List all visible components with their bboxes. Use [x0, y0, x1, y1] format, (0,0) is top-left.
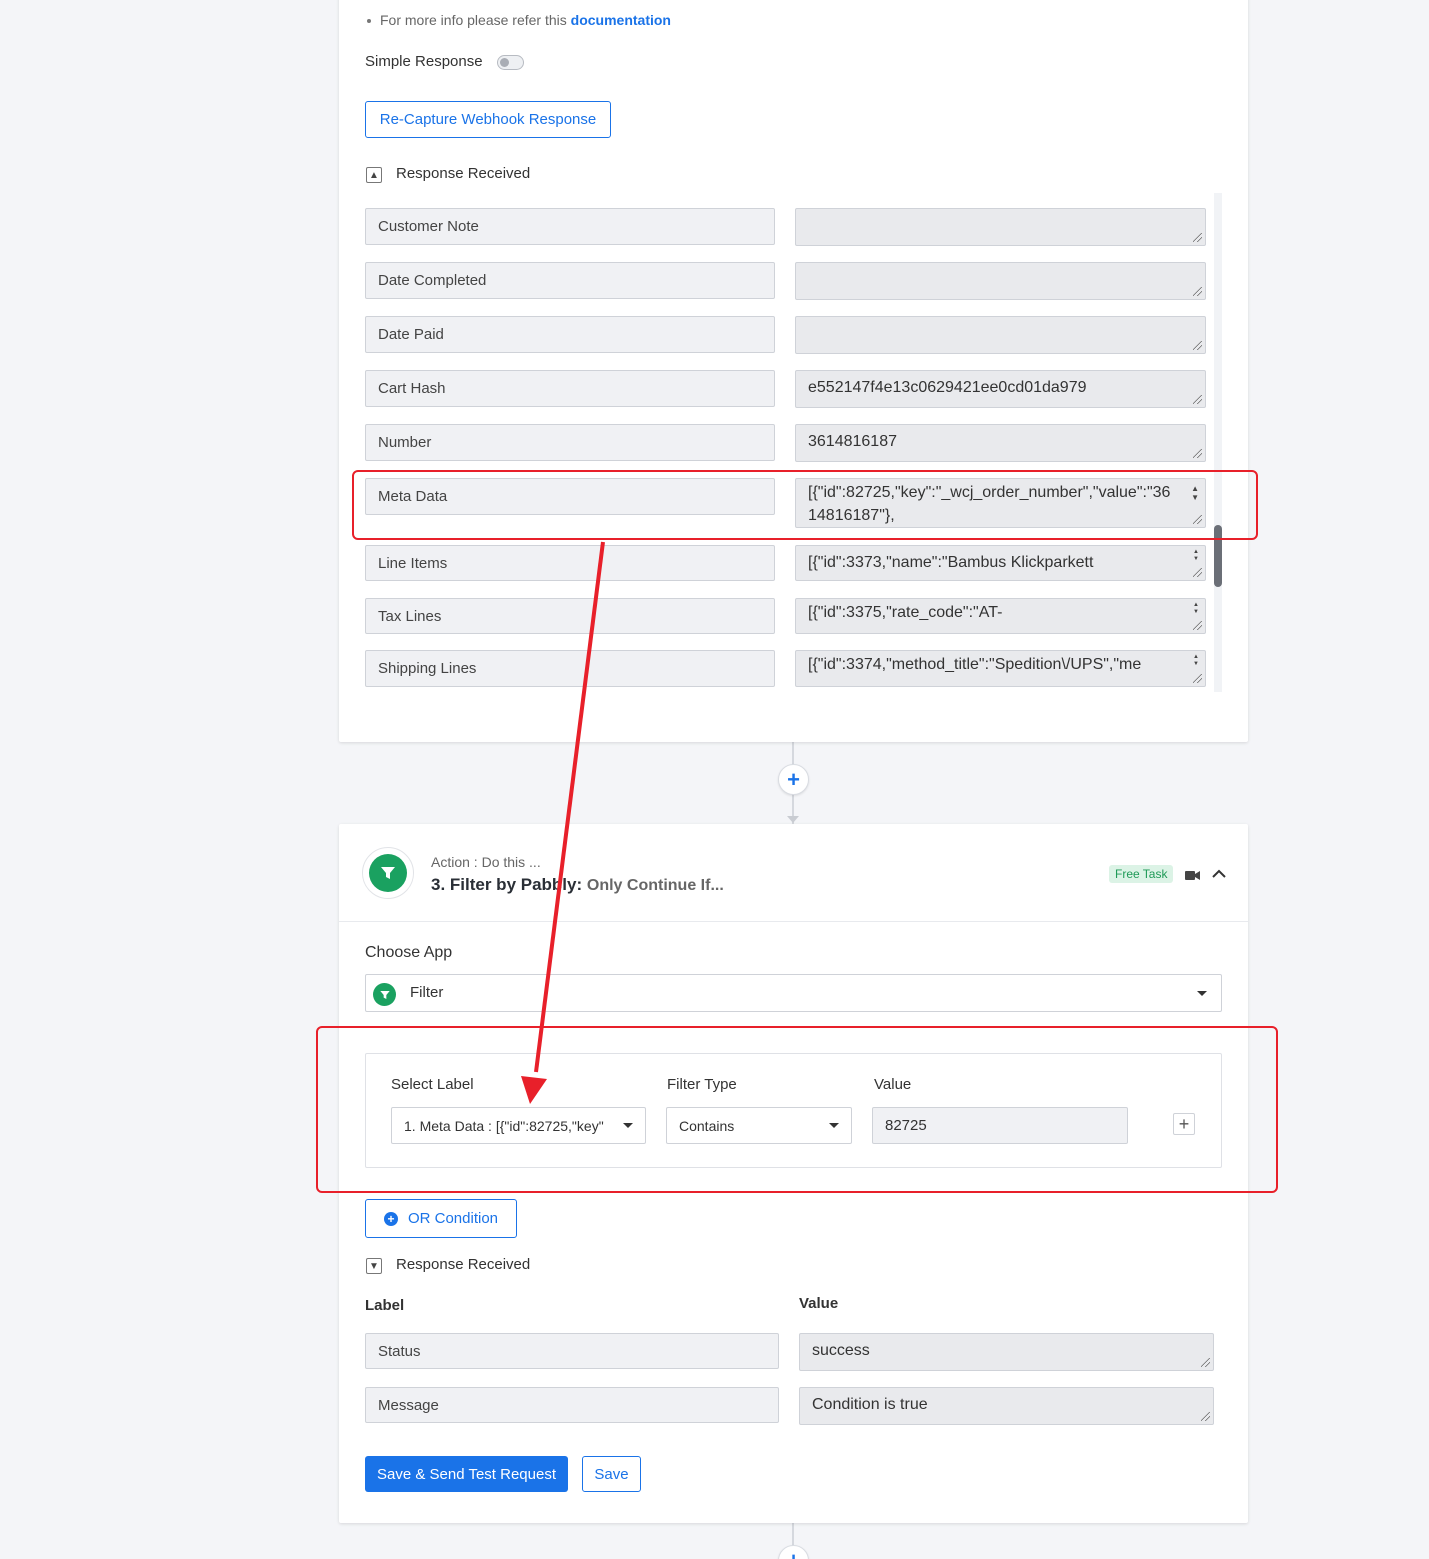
- video-camera-icon[interactable]: [1185, 868, 1200, 885]
- selected-app-text: Filter: [410, 984, 444, 1001]
- result-label-status: Status: [365, 1333, 779, 1369]
- plus-circle-icon: +: [383, 1211, 398, 1226]
- response-received-label-2: Response Received: [396, 1256, 531, 1273]
- or-condition-button[interactable]: + OR Condition: [365, 1199, 517, 1238]
- toggle-knob: [500, 58, 509, 67]
- field-label-cart-hash: Cart Hash: [365, 370, 775, 407]
- resize-handle-icon[interactable]: [1193, 674, 1202, 683]
- action-title-muted: Only Continue If...: [586, 877, 724, 894]
- resize-handle-icon[interactable]: [1193, 621, 1202, 630]
- choose-app-select[interactable]: Filter: [365, 974, 1222, 1012]
- result-value-status[interactable]: success: [799, 1333, 1214, 1371]
- resize-handle-icon[interactable]: [1193, 233, 1202, 242]
- chevron-down-icon: [623, 1123, 633, 1128]
- field-label-tax-lines: Tax Lines: [365, 598, 775, 634]
- add-condition-button[interactable]: +: [1173, 1113, 1195, 1135]
- filter-funnel-icon: [373, 983, 396, 1006]
- collapse-up-icon[interactable]: ▲: [366, 167, 382, 183]
- field-label-customer-note: Customer Note: [365, 208, 775, 245]
- field-value-cart-hash[interactable]: e552147f4e13c0629421ee0cd01da979: [795, 370, 1206, 408]
- spinner-arrows-icon[interactable]: ▲ ▼: [1193, 654, 1199, 668]
- field-label-line-items: Line Items: [365, 545, 775, 581]
- filter-type-text: Contains: [679, 1117, 735, 1134]
- filter-type-dropdown[interactable]: Contains: [666, 1107, 852, 1144]
- resize-handle-icon[interactable]: [1201, 1358, 1210, 1367]
- resize-handle-icon[interactable]: [1193, 395, 1202, 404]
- choose-app-label: Choose App: [365, 944, 453, 961]
- doc-text: For more info please refer this: [380, 12, 571, 28]
- documentation-note: For more info please refer this document…: [367, 12, 671, 28]
- filter-value-input[interactable]: 82725: [872, 1107, 1128, 1144]
- spinner-arrows-icon[interactable]: ▲ ▼: [1191, 484, 1199, 502]
- label-column-heading: Label: [365, 1297, 405, 1314]
- response-scrollbar-thumb[interactable]: [1214, 525, 1222, 587]
- field-value-date-paid[interactable]: [795, 316, 1206, 354]
- field-value-tax-lines[interactable]: [{"id":3375,"rate_code":"AT- ▲ ▼: [795, 598, 1206, 634]
- filter-funnel-icon: [369, 854, 407, 892]
- chevron-down-icon: [1197, 991, 1207, 996]
- connector-arrow: [787, 816, 799, 823]
- field-label-date-completed: Date Completed: [365, 262, 775, 299]
- filter-app-logo: [362, 847, 414, 899]
- resize-handle-icon[interactable]: [1193, 568, 1202, 577]
- field-label-number: Number: [365, 424, 775, 461]
- resize-handle-icon[interactable]: [1201, 1412, 1210, 1421]
- resize-handle-icon[interactable]: [1193, 341, 1202, 350]
- value-heading: Value: [874, 1076, 912, 1093]
- add-step-button-bottom[interactable]: +: [778, 1545, 809, 1559]
- result-label-message: Message: [365, 1387, 779, 1423]
- field-label-shipping-lines: Shipping Lines: [365, 650, 775, 687]
- save-send-test-button[interactable]: Save & Send Test Request: [365, 1456, 568, 1492]
- chevron-up-icon[interactable]: [1211, 866, 1227, 886]
- bullet-icon: [367, 19, 371, 24]
- field-value-date-completed[interactable]: [795, 262, 1206, 300]
- select-label-heading: Select Label: [391, 1076, 474, 1093]
- field-label-meta-data: Meta Data: [365, 478, 775, 515]
- field-label-date-paid: Date Paid: [365, 316, 775, 353]
- add-step-button[interactable]: +: [778, 764, 809, 795]
- filter-type-heading: Filter Type: [667, 1076, 737, 1093]
- field-value-meta-data[interactable]: [{"id":82725,"key":"_wcj_order_number","…: [795, 478, 1206, 528]
- action-subtitle: Action : Do this ...: [431, 854, 541, 870]
- field-value-shipping-lines[interactable]: [{"id":3374,"method_title":"Spedition\/U…: [795, 650, 1206, 687]
- or-condition-label: OR Condition: [407, 1210, 499, 1227]
- recapture-webhook-button[interactable]: Re-Capture Webhook Response: [365, 101, 611, 138]
- resize-handle-icon[interactable]: [1193, 449, 1202, 458]
- select-label-dropdown[interactable]: 1. Meta Data : [{"id":82725,"key": [391, 1107, 646, 1144]
- free-task-badge: Free Task: [1109, 865, 1174, 883]
- value-column-heading: Value: [799, 1295, 839, 1312]
- spinner-arrows-icon[interactable]: ▲ ▼: [1193, 549, 1199, 563]
- resize-handle-icon[interactable]: [1193, 287, 1202, 296]
- selected-label-text: 1. Meta Data : [{"id":82725,"key": [404, 1117, 604, 1134]
- chevron-down-icon: [829, 1123, 839, 1128]
- action-title-main: 3. Filter by Pabbly:: [431, 875, 583, 894]
- field-value-customer-note[interactable]: [795, 208, 1206, 246]
- response-scrollbar-track[interactable]: [1214, 193, 1222, 692]
- response-received-label: Response Received: [396, 165, 531, 182]
- simple-response-toggle[interactable]: [497, 55, 524, 70]
- save-button[interactable]: Save: [582, 1456, 641, 1492]
- simple-response-label: Simple Response: [365, 53, 483, 70]
- resize-handle-icon[interactable]: [1193, 515, 1202, 524]
- documentation-link[interactable]: documentation: [571, 12, 671, 28]
- header-divider: [339, 921, 1248, 922]
- expand-down-icon[interactable]: ▼: [366, 1258, 382, 1274]
- result-value-message[interactable]: Condition is true: [799, 1387, 1214, 1425]
- spinner-arrows-icon[interactable]: ▲ ▼: [1193, 602, 1199, 616]
- action-title[interactable]: 3. Filter by Pabbly: Only Continue If...: [431, 875, 724, 895]
- field-value-line-items[interactable]: [{"id":3373,"name":"Bambus Klickparkett ▲…: [795, 545, 1206, 581]
- field-value-number[interactable]: 3614816187: [795, 424, 1206, 462]
